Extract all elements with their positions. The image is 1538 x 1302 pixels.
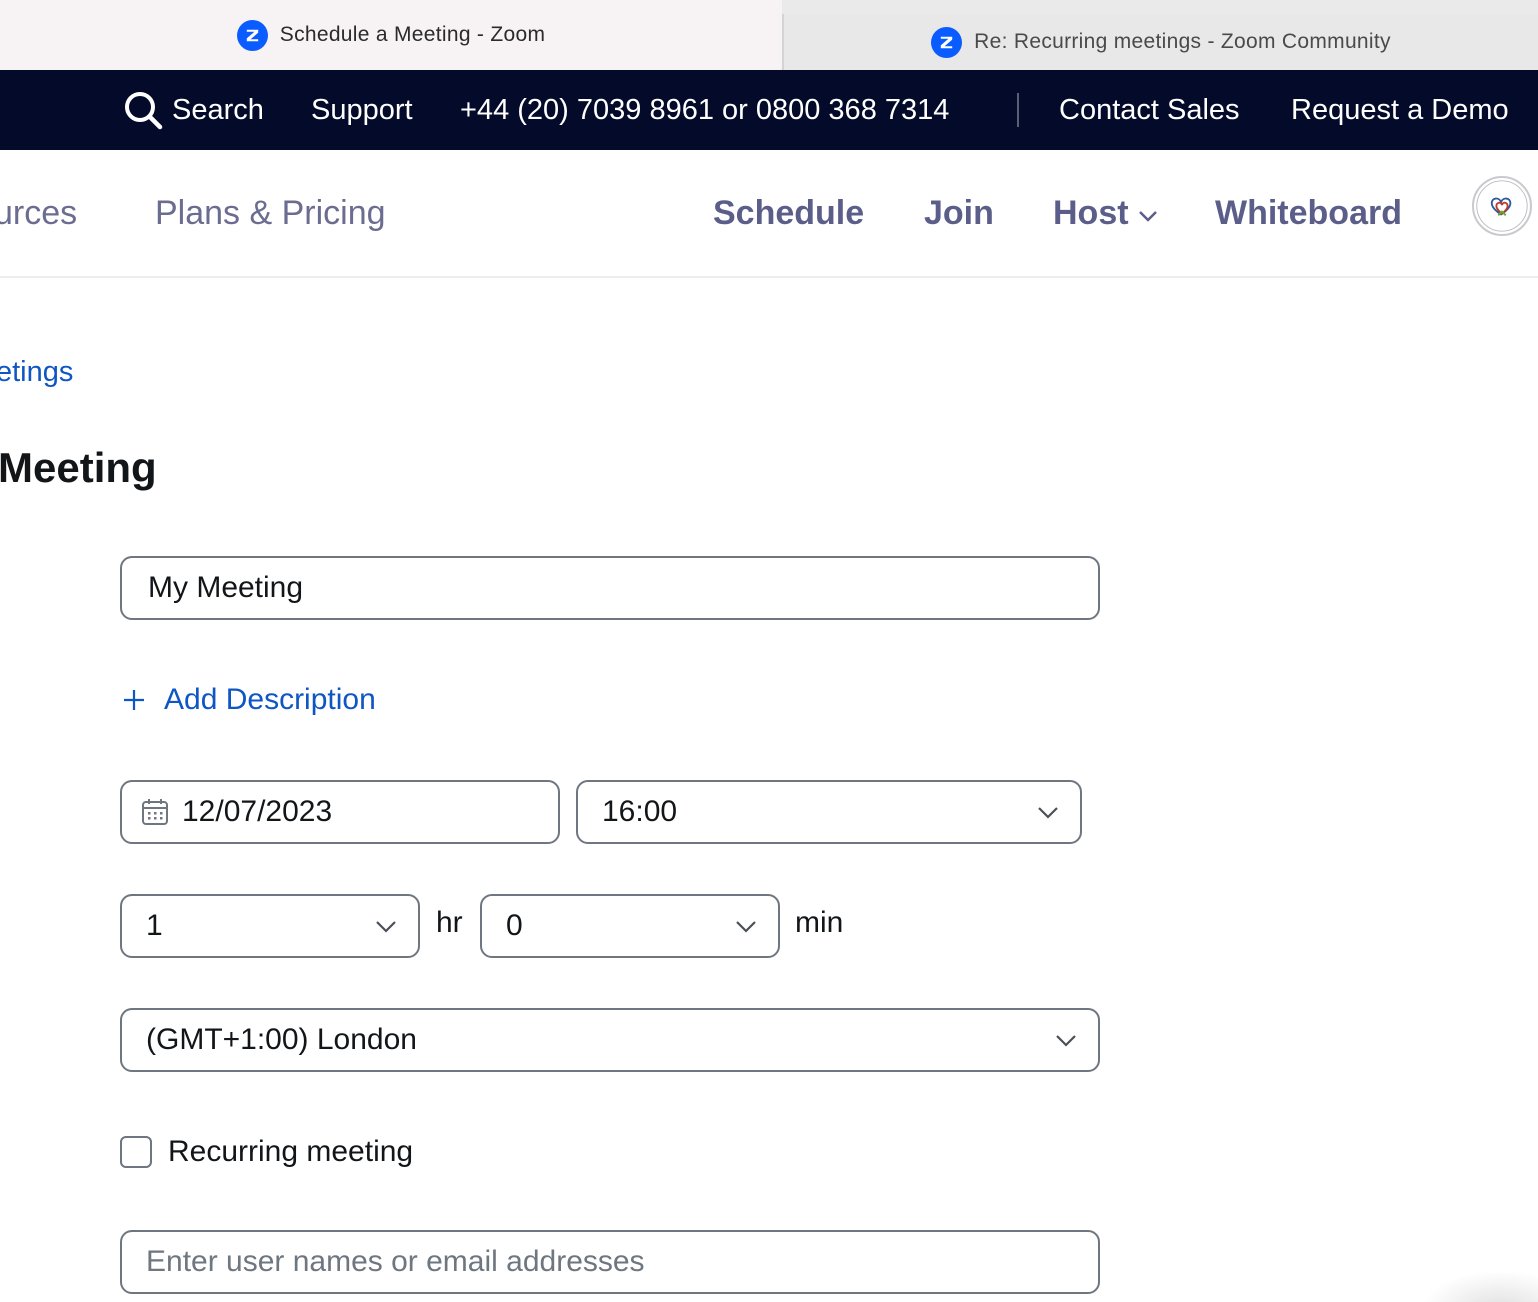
chevron-down-icon (736, 921, 756, 933)
duration-minutes-value: 0 (506, 909, 523, 942)
utility-bar: Search Support +44 (20) 7039 8961 or 080… (0, 70, 1538, 150)
chevron-down-icon (1038, 807, 1058, 819)
date-picker[interactable]: 12/07/2023 (120, 780, 560, 844)
timezone-value: (GMT+1:00) London (146, 1023, 417, 1056)
chevron-down-icon (1138, 211, 1157, 222)
search-label: Search (172, 93, 264, 126)
minutes-unit-label: min (795, 906, 844, 939)
nav-join[interactable]: Join (924, 150, 994, 276)
page-title: Meeting (0, 444, 157, 491)
support-link[interactable]: Support (311, 70, 413, 150)
breadcrumb[interactable]: etings (0, 356, 73, 389)
invitees-input[interactable] (120, 1230, 1100, 1294)
recurring-meeting-label: Recurring meeting (168, 1135, 414, 1168)
chevron-down-icon (376, 921, 396, 933)
divider (1017, 93, 1019, 127)
request-demo-link[interactable]: Request a Demo (1291, 70, 1509, 150)
browser-tab-title: Re: Recurring meetings - Zoom Community (974, 30, 1391, 53)
search-icon (125, 92, 163, 130)
browser-tab-title: Schedule a Meeting - Zoom (279, 23, 546, 46)
plus-icon (124, 690, 144, 710)
chevron-down-icon (1056, 1035, 1076, 1047)
recurring-meeting-option[interactable]: Recurring meeting (120, 1134, 413, 1170)
profile-logo-icon (1476, 180, 1528, 232)
hours-unit-label: hr (436, 906, 463, 939)
avatar[interactable] (1472, 176, 1532, 236)
zoom-logo-icon (236, 19, 268, 51)
date-value: 12/07/2023 (182, 795, 333, 828)
nav-schedule[interactable]: Schedule (713, 150, 864, 276)
nav-resources[interactable]: urces (0, 150, 77, 276)
duration-minutes-select[interactable]: 0 (480, 894, 780, 958)
topic-input[interactable]: My Meeting (120, 556, 1100, 620)
nav-host[interactable]: Host (1053, 150, 1159, 276)
browser-tab-zoom-community[interactable]: Re: Recurring meetings - Zoom Community (782, 14, 1538, 70)
floating-widget-shadow (1420, 1270, 1538, 1302)
time-select[interactable]: 16:00 (576, 780, 1082, 844)
duration-hours-value: 1 (146, 909, 163, 942)
contact-sales-link[interactable]: Contact Sales (1059, 70, 1240, 150)
topic-value: My Meeting (148, 571, 304, 604)
timezone-select[interactable]: (GMT+1:00) London (120, 1008, 1100, 1072)
main-nav: urces Plans & Pricing Schedule Join Host… (0, 150, 1538, 278)
zoom-logo-icon (931, 26, 963, 58)
nav-whiteboard[interactable]: Whiteboard (1215, 150, 1402, 276)
recurring-meeting-checkbox[interactable] (120, 1136, 152, 1168)
browser-tab-schedule-meeting[interactable]: Schedule a Meeting - Zoom (0, 0, 782, 70)
nav-host-label: Host (1053, 193, 1129, 232)
phone-number-link[interactable]: +44 (20) 7039 8961 or 0800 368 7314 (460, 70, 949, 150)
duration-hours-select[interactable]: 1 (120, 894, 420, 958)
search-link[interactable]: Search (122, 70, 264, 150)
time-value: 16:00 (602, 795, 678, 828)
calendar-icon (142, 799, 168, 825)
browser-tab-strip: Schedule a Meeting - Zoom Re: Recurring … (0, 0, 1538, 70)
add-description-label: Add Description (164, 683, 376, 716)
nav-plans-pricing[interactable]: Plans & Pricing (155, 150, 386, 276)
add-description-button[interactable]: Add Description (122, 680, 376, 720)
